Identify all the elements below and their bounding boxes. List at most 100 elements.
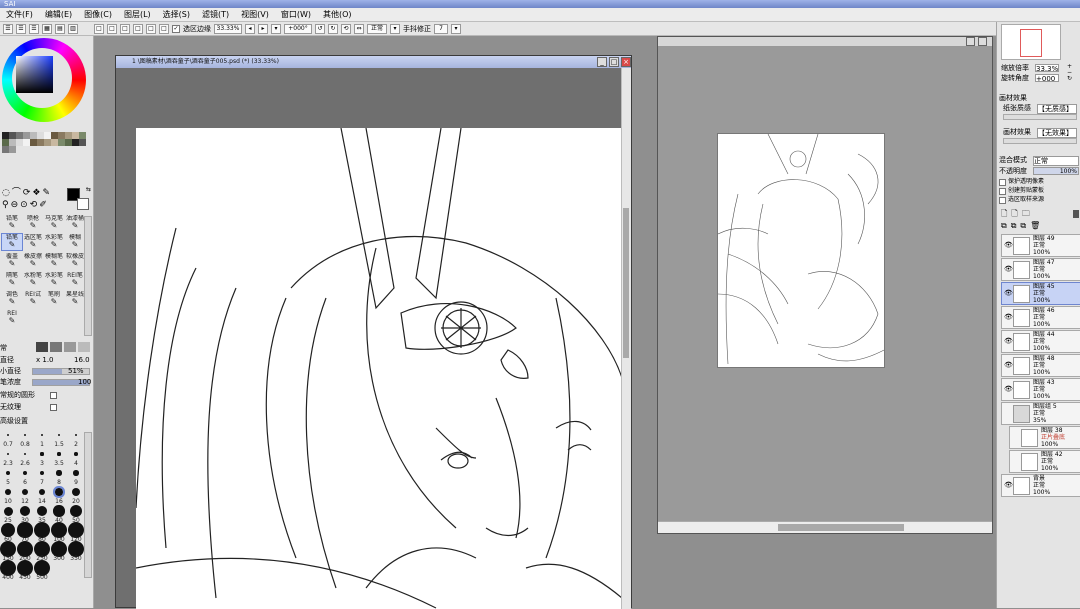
swatch[interactable] <box>9 139 16 146</box>
preview-minimize-icon[interactable] <box>966 37 975 46</box>
brush-size-dot[interactable] <box>7 434 9 436</box>
layer-visibility-icon[interactable]: 👁 <box>1004 385 1013 393</box>
layer-row[interactable]: 👁 图层 43 正常 100% <box>1001 378 1080 401</box>
canvas-vertical-scrollbar[interactable] <box>621 68 631 609</box>
swatch[interactable] <box>2 146 9 153</box>
stabilizer-select[interactable]: 7 <box>434 23 448 34</box>
tool-16[interactable]: 调色 ✎ <box>1 290 23 308</box>
tool-5[interactable]: 选区笔 ✎ <box>22 233 44 251</box>
brush-shape-3-icon[interactable] <box>64 342 76 352</box>
layer-visibility-icon[interactable] <box>1012 433 1020 441</box>
layer-row[interactable]: 👁 背景 正常 100% <box>1001 474 1080 497</box>
minimize-icon[interactable]: _ <box>597 57 607 67</box>
density-row[interactable]: 笔浓度 100 <box>0 378 92 387</box>
swatch[interactable] <box>23 139 30 146</box>
swatch[interactable] <box>51 132 58 139</box>
tool-11[interactable]: 软橡皮 ✎ <box>64 252 86 270</box>
tool-2[interactable]: 马克笔 ✎ <box>43 214 65 232</box>
menu-item-4[interactable]: 选择(S) <box>157 8 196 22</box>
menu-item-8[interactable]: 其他(O) <box>317 8 358 22</box>
menu-item-1[interactable]: 编辑(E) <box>39 8 78 22</box>
advanced-row[interactable]: 高级设置 <box>0 417 92 426</box>
brush-size-dot[interactable] <box>5 489 11 495</box>
zoom-field[interactable]: 33.3% <box>1035 64 1059 73</box>
swatch[interactable] <box>9 132 16 139</box>
tool-17[interactable]: REI试 ✎ <box>22 290 44 308</box>
brush-grid-scrollbar[interactable] <box>84 432 92 578</box>
saturation-value-square[interactable] <box>16 56 53 93</box>
navigator-viewport-frame[interactable] <box>1020 29 1042 57</box>
brush-size-dot[interactable] <box>39 470 45 476</box>
swatch[interactable] <box>16 132 23 139</box>
zoom-out-icon[interactable]: ◂ <box>245 23 255 34</box>
maximize-icon[interactable]: □ <box>609 57 619 67</box>
menu-item-0[interactable]: 文件(F) <box>0 8 39 22</box>
swatch[interactable] <box>65 139 72 146</box>
blend-mode-select[interactable]: 正常 <box>1033 156 1079 166</box>
brush-size-dot[interactable] <box>73 470 79 476</box>
brush-size-dot[interactable] <box>36 505 48 517</box>
flip-icon[interactable]: ⇔ <box>354 23 364 34</box>
tool-0[interactable]: 铅笔 ✎ <box>1 214 23 232</box>
zoom-rotate-buttons[interactable]: + − ↻ <box>1067 64 1077 82</box>
brush-size-dot[interactable] <box>41 434 43 436</box>
tool-12[interactable]: 隔笔 ✎ <box>1 271 23 289</box>
layer-visibility-icon[interactable]: 👁 <box>1004 289 1013 297</box>
align-right-icon[interactable]: ☰ <box>29 23 39 34</box>
layer-visibility-icon[interactable] <box>1004 409 1012 417</box>
brush-size-dot[interactable] <box>1 523 15 537</box>
selection-source-checkbox[interactable] <box>999 197 1006 204</box>
layer-visibility-icon[interactable]: 👁 <box>1004 265 1013 273</box>
swatch-palette[interactable] <box>2 132 90 153</box>
layer-panel-collapse-icon[interactable] <box>1073 210 1079 218</box>
deselect-icon[interactable]: □ <box>133 23 143 34</box>
brush-size-dot[interactable] <box>40 452 44 456</box>
paper-texture-slider[interactable] <box>1003 114 1077 120</box>
brush-size-dot[interactable] <box>5 470 10 475</box>
brush-shape-4-icon[interactable] <box>78 342 90 352</box>
brush-size-dot[interactable] <box>3 506 13 516</box>
layer-row[interactable]: 图层 38 正片叠底 100% <box>1009 426 1080 449</box>
swatch[interactable] <box>37 132 44 139</box>
select-edge-checkbox[interactable]: ✓ <box>172 24 180 33</box>
selection-tools-row[interactable]: ◌⌒⟳❖✎ <box>2 188 62 198</box>
tool-15[interactable]: REI笔 ✎ <box>64 271 86 289</box>
menu-item-3[interactable]: 图层(L) <box>118 8 157 22</box>
brush-size-dot[interactable] <box>57 452 61 456</box>
menu-item-7[interactable]: 窗口(W) <box>275 8 317 22</box>
shape-row[interactable]: 常规的圆形 <box>0 391 92 400</box>
preview-maximize-icon[interactable] <box>978 37 987 46</box>
layer-visibility-icon[interactable]: 👁 <box>1004 481 1013 489</box>
canvas-vertical-scroll-thumb[interactable] <box>623 208 629 358</box>
tool-3[interactable]: 油漆桶 ✎ <box>64 214 86 232</box>
clipping-mask-checkbox[interactable] <box>999 188 1006 195</box>
tool-19[interactable]: 果星线 ✎ <box>64 290 86 308</box>
tool-20[interactable]: REI ✎ <box>1 309 23 327</box>
grid-view-icon[interactable]: ▦ <box>42 23 52 34</box>
paper-effect-select[interactable]: 【无效果】 <box>1037 128 1077 138</box>
swatch[interactable] <box>37 139 44 146</box>
layer-row[interactable]: 👁 图层 49 正常 100% <box>1001 234 1080 257</box>
swatch[interactable] <box>79 139 86 146</box>
brush-size-dot[interactable] <box>74 452 78 456</box>
clear-icon[interactable]: □ <box>159 23 169 34</box>
layer-row[interactable]: 👁 图层 44 正常 100% <box>1001 330 1080 353</box>
brush-size-row[interactable]: 直径 x 1.0 16.0 <box>0 356 92 365</box>
texture-row[interactable]: 无纹理 <box>0 403 92 412</box>
brush-size-dot[interactable] <box>57 433 61 437</box>
layer-visibility-icon[interactable]: 👁 <box>1004 241 1013 249</box>
layer-actions-row-1[interactable]: 🗋🗋🗀 <box>1001 209 1079 219</box>
crop-icon[interactable]: □ <box>146 23 156 34</box>
brush-size-dot[interactable] <box>74 433 78 437</box>
shape-dropdown-icon[interactable] <box>50 392 57 399</box>
tool-14[interactable]: 水彩笔 ✎ <box>43 271 65 289</box>
preserve-opacity-checkbox[interactable] <box>999 179 1006 186</box>
grid-view-2-icon[interactable]: ▤ <box>55 23 65 34</box>
swatch[interactable] <box>30 139 37 146</box>
brush-size-dot[interactable] <box>56 470 62 476</box>
tool-4[interactable]: 铅笔 ✎ <box>1 233 23 251</box>
brush-shape-1-icon[interactable] <box>36 342 48 352</box>
swatch[interactable] <box>58 139 65 146</box>
preview-horizontal-scroll-thumb[interactable] <box>778 524 904 531</box>
swatch[interactable] <box>44 132 51 139</box>
